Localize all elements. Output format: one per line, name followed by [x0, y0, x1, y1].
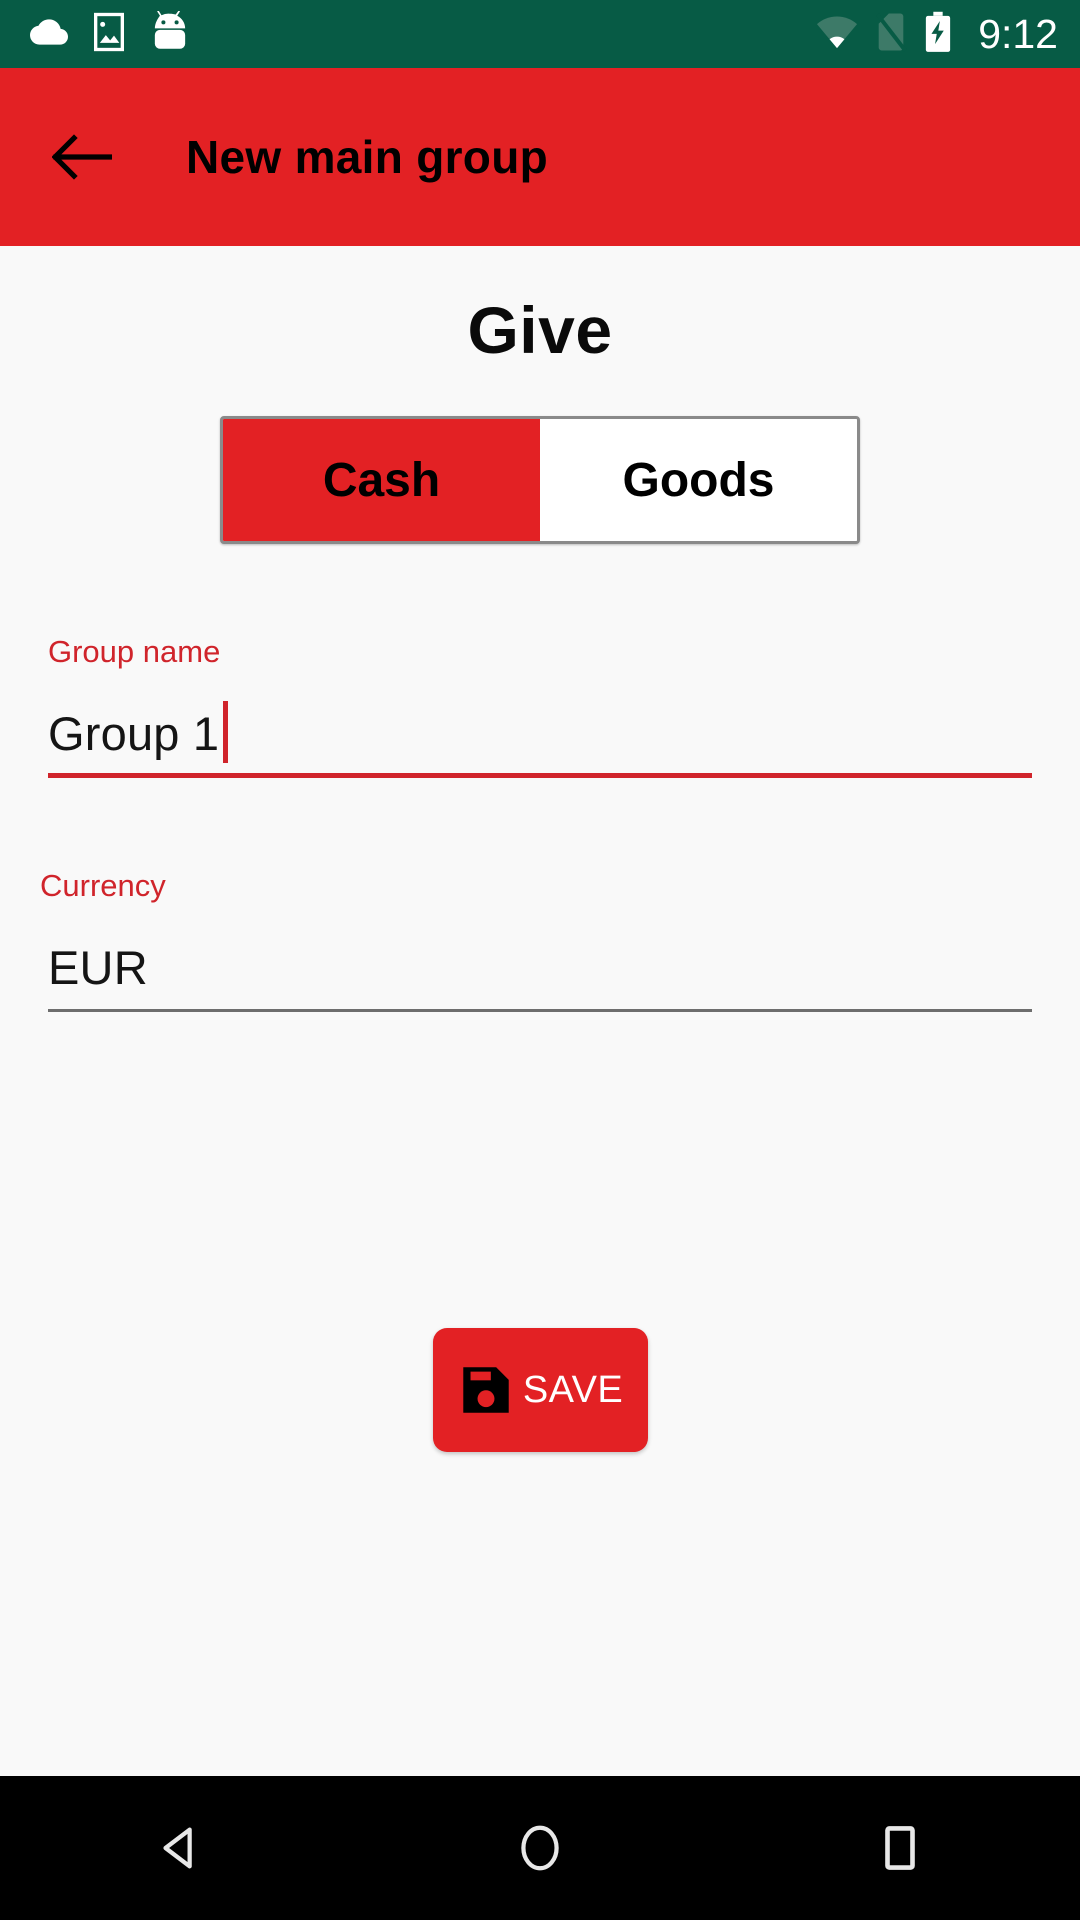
wifi-icon	[816, 15, 858, 54]
toggle-option-goods-label: Goods	[622, 453, 775, 507]
toggle-option-goods[interactable]: Goods	[540, 419, 857, 541]
save-button[interactable]: SAVE	[432, 1328, 648, 1452]
triangle-back-icon	[163, 1827, 192, 1869]
currency-label: Currency	[40, 868, 166, 903]
no-sim-icon	[874, 12, 908, 57]
screenshot-image-icon	[94, 12, 124, 57]
square-recents-icon	[885, 1826, 915, 1870]
status-bar: 9:12	[0, 0, 1080, 68]
currency-underline	[48, 1009, 1032, 1012]
floppy-disk-save-icon	[463, 1367, 509, 1413]
currency-value: EUR	[48, 941, 148, 994]
cloud-icon	[30, 13, 68, 56]
nav-home-button[interactable]	[470, 1776, 610, 1920]
arrow-left-icon	[52, 134, 112, 180]
app-bar: New main group	[0, 68, 1080, 246]
group-name-value: Group 1	[48, 707, 220, 760]
text-cursor	[223, 701, 229, 763]
page-title: New main group	[186, 131, 549, 183]
type-toggle-group: Cash Goods	[220, 416, 860, 544]
group-name-input[interactable]: Group 1	[48, 689, 1032, 763]
android-mascot-icon	[150, 10, 190, 58]
save-button-label: SAVE	[522, 1368, 624, 1411]
battery-charging-icon	[924, 11, 952, 58]
status-bar-right-icons: 9:12	[816, 11, 1058, 58]
main-content: Give Cash Goods Group name Group 1 Curre…	[0, 246, 1080, 1776]
toggle-option-cash[interactable]: Cash	[223, 419, 540, 541]
nav-recents-button[interactable]	[830, 1776, 970, 1920]
toggle-option-cash-label: Cash	[322, 453, 441, 507]
currency-input[interactable]: EUR	[48, 923, 1032, 991]
save-button-wrapper: SAVE	[0, 1328, 1080, 1452]
type-toggle-wrapper: Cash Goods	[0, 416, 1080, 544]
back-button[interactable]	[46, 121, 118, 193]
nav-back-button[interactable]	[110, 1776, 250, 1920]
status-bar-clock: 9:12	[978, 10, 1058, 57]
group-name-label: Group name	[48, 634, 221, 669]
status-bar-left-icons	[30, 10, 190, 58]
app-screen: 9:12 New main group Give Cash Goods Grou…	[0, 0, 1080, 1920]
section-heading: Give	[467, 293, 613, 367]
group-name-field[interactable]: Group name Group 1	[48, 636, 1032, 778]
currency-field[interactable]: Currency EUR	[40, 870, 1032, 1012]
circle-home-icon	[521, 1825, 559, 1871]
android-nav-bar	[0, 1776, 1080, 1920]
group-name-underline	[48, 773, 1032, 778]
